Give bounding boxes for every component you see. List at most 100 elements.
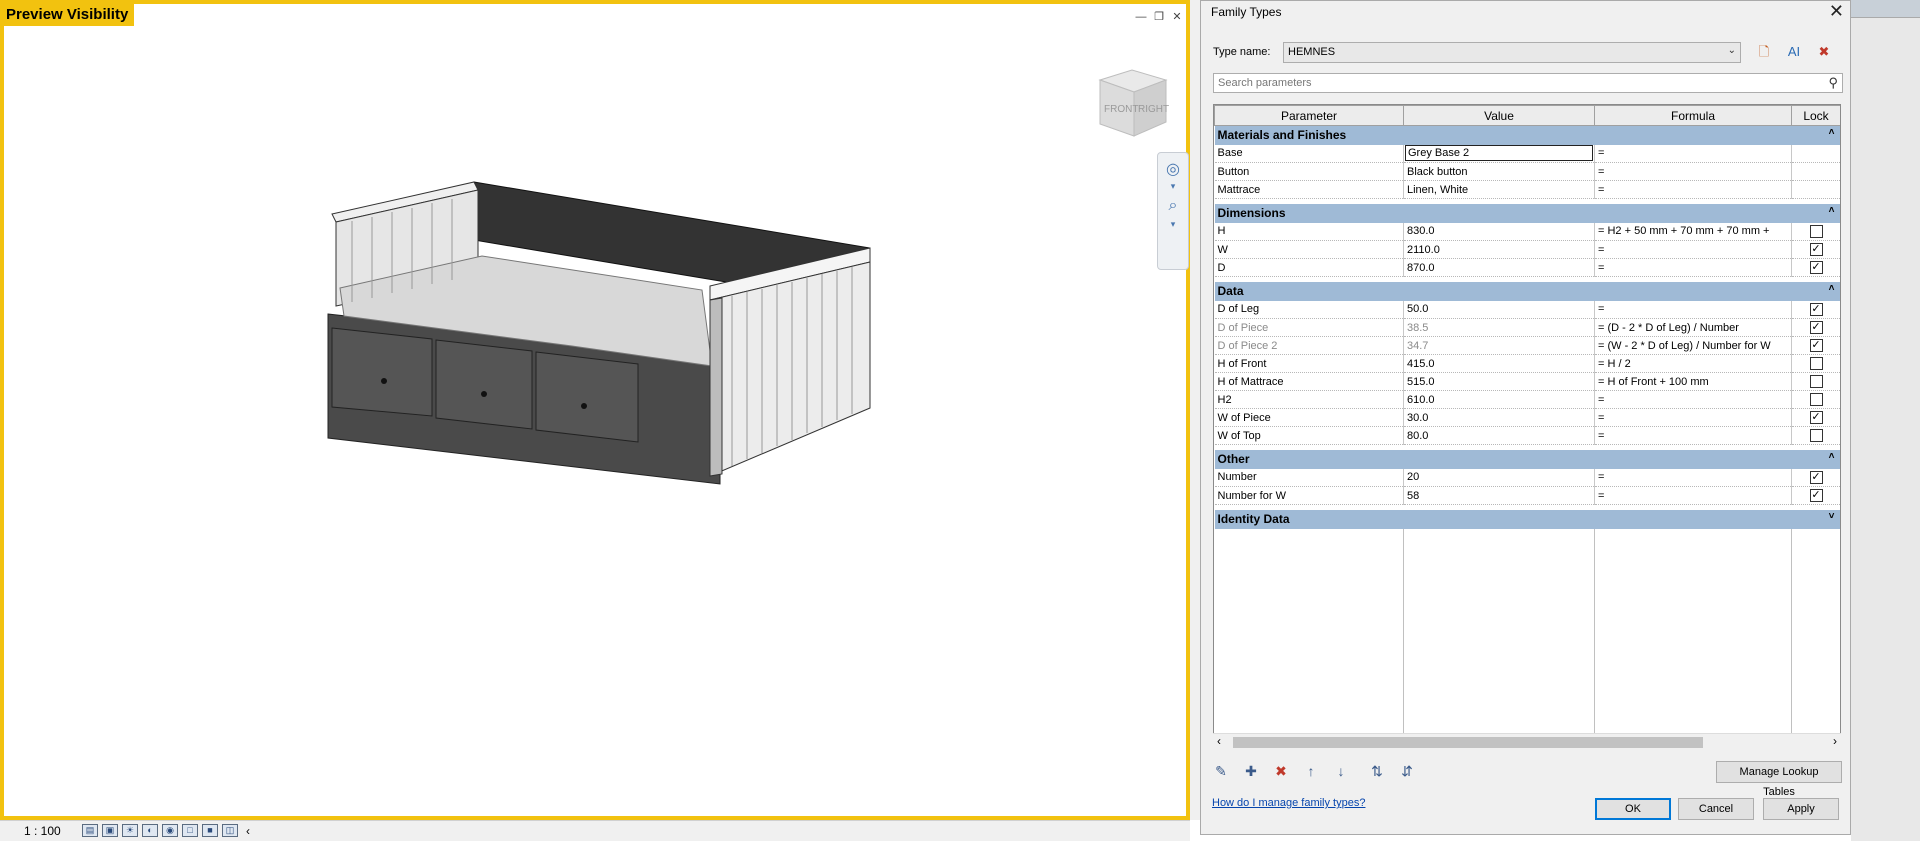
parameter-value-cell[interactable]: 30.0 <box>1403 408 1595 427</box>
parameter-formula-cell[interactable]: = <box>1594 180 1792 199</box>
parameter-row[interactable]: W of Top 80.0 = <box>1214 426 1840 445</box>
minimize-icon[interactable]: — <box>1134 10 1148 24</box>
parameter-group-header[interactable]: Other ˄ <box>1214 449 1840 469</box>
steering-wheel-icon[interactable]: ◎ <box>1162 159 1184 181</box>
restore-icon[interactable]: ❐ <box>1152 10 1166 24</box>
scroll-left-icon[interactable]: ‹ <box>1217 734 1221 748</box>
parameter-value-cell[interactable]: 415.0 <box>1403 354 1595 373</box>
parameter-row[interactable]: Number 20 = ✓ <box>1214 468 1840 487</box>
delete-parameter-icon[interactable]: ✖ <box>1273 763 1289 780</box>
parameter-formula-cell[interactable]: = H of Front + 100 mm <box>1594 372 1792 391</box>
delete-type-icon[interactable]: ✖ <box>1813 42 1835 62</box>
active-value-editor[interactable]: Grey Base 2 <box>1405 145 1593 162</box>
zoom-region-icon[interactable]: ⌕ <box>1162 197 1184 219</box>
apply-button[interactable]: Apply <box>1763 798 1839 820</box>
collapse-icon[interactable]: ˄ <box>1829 283 1835 294</box>
sun-path-icon[interactable]: ☀ <box>122 824 138 837</box>
collapse-icon[interactable]: ˄ <box>1829 451 1835 462</box>
collapse-icon[interactable]: ˄ <box>1829 205 1835 216</box>
rename-type-icon[interactable]: A​I <box>1783 42 1805 62</box>
parameter-formula-cell[interactable]: = <box>1594 240 1792 259</box>
parameter-formula-cell[interactable]: = H2 + 50 mm + 70 mm + 70 mm + <box>1594 222 1792 241</box>
parameter-value-cell[interactable]: 515.0 <box>1403 372 1595 391</box>
manage-lookup-tables-button[interactable]: Manage Lookup Tables <box>1716 761 1842 798</box>
lock-checkbox[interactable]: ✓ <box>1809 243 1823 256</box>
parameter-row[interactable]: Base Grey Base 2 = <box>1214 144 1840 163</box>
scroll-right-icon[interactable]: › <box>1833 734 1837 748</box>
lock-checkbox[interactable]: ✓ <box>1809 489 1823 502</box>
detail-level-icon[interactable]: ▤ <box>82 824 98 837</box>
help-link[interactable]: How do I manage family types? <box>1212 797 1365 809</box>
parameter-formula-cell[interactable]: = <box>1594 144 1792 163</box>
lock-checkbox[interactable]: ✓ <box>1809 411 1823 424</box>
parameter-row[interactable]: D of Piece 38.5 = (D - 2 * D of Leg) / Num… <box>1214 318 1840 337</box>
close-icon[interactable]: ✕ <box>1170 10 1184 24</box>
sort-ascending-icon[interactable]: ⇅ <box>1369 763 1385 780</box>
column-header-lock[interactable]: Lock <box>1791 105 1840 126</box>
lock-checkbox[interactable] <box>1809 357 1823 370</box>
parameter-group-header[interactable]: Identity Data ˅ <box>1214 509 1840 529</box>
type-name-select[interactable]: HEMNES ⌄ <box>1283 41 1741 63</box>
parameter-formula-cell[interactable]: = <box>1594 468 1792 487</box>
parameter-value-cell[interactable]: Linen, White <box>1403 180 1595 199</box>
chevron-down-icon[interactable]: ▾ <box>1162 219 1184 229</box>
parameter-row[interactable]: D of Piece 2 34.7 = (W - 2 * D of Leg) / N… <box>1214 336 1840 355</box>
new-type-icon[interactable]: 🗋 <box>1753 42 1775 62</box>
parameter-row[interactable]: H 830.0 = H2 + 50 mm + 70 mm + 70 mm + <box>1214 222 1840 241</box>
parameter-formula-cell[interactable]: = (D - 2 * D of Leg) / Number <box>1594 318 1792 337</box>
parameter-formula-cell[interactable]: = <box>1594 426 1792 445</box>
parameter-row[interactable]: D 870.0 = ✓ <box>1214 258 1840 277</box>
lock-checkbox[interactable]: ✓ <box>1809 339 1823 352</box>
reveal-hidden-icon[interactable]: ■ <box>202 824 218 837</box>
parameter-row[interactable]: Number for W 58 = ✓ <box>1214 486 1840 505</box>
sort-descending-icon[interactable]: ⇵ <box>1399 763 1415 780</box>
parameter-formula-cell[interactable]: = <box>1594 258 1792 277</box>
move-down-icon[interactable]: ↓ <box>1333 763 1349 780</box>
chevron-down-icon[interactable]: ▾ <box>1162 181 1184 191</box>
parameter-row[interactable]: W of Piece 30.0 = ✓ <box>1214 408 1840 427</box>
temporary-hide-icon[interactable]: ◫ <box>222 824 238 837</box>
lock-checkbox[interactable]: ✓ <box>1809 321 1823 334</box>
parameter-value-cell[interactable]: 34.7 <box>1403 336 1595 355</box>
view-scale[interactable]: 1 : 100 <box>24 824 74 838</box>
close-icon[interactable]: ✕ <box>1829 1 1844 22</box>
new-parameter-icon[interactable]: ✚ <box>1243 763 1259 780</box>
crop-view-icon[interactable]: □ <box>182 824 198 837</box>
scroll-thumb[interactable] <box>1233 737 1703 748</box>
parameter-value-cell[interactable]: 80.0 <box>1403 426 1595 445</box>
parameter-group-header[interactable]: Materials and Finishes ˄ <box>1214 125 1840 145</box>
parameter-value-cell[interactable]: 870.0 <box>1403 258 1595 277</box>
move-up-icon[interactable]: ↑ <box>1303 763 1319 780</box>
lock-checkbox[interactable] <box>1809 429 1823 442</box>
parameter-value-cell[interactable]: 38.5 <box>1403 318 1595 337</box>
parameter-formula-cell[interactable]: = <box>1594 408 1792 427</box>
parameter-row[interactable]: H of Mattrace 515.0 = H of Front + 100 mm <box>1214 372 1840 391</box>
preview-viewport[interactable]: Preview Visibility — ❐ ✕ FRONT RIGHT ◎ ▾… <box>0 0 1190 820</box>
rendering-icon[interactable]: ◉ <box>162 824 178 837</box>
parameter-formula-cell[interactable]: = <box>1594 300 1792 319</box>
edit-parameter-icon[interactable]: ✎ <box>1213 763 1229 780</box>
visual-style-icon[interactable]: ▣ <box>102 824 118 837</box>
lock-checkbox[interactable] <box>1809 393 1823 406</box>
parameter-value-cell[interactable]: Black button <box>1403 162 1595 181</box>
parameter-formula-cell[interactable]: = <box>1594 390 1792 409</box>
lock-checkbox[interactable]: ✓ <box>1809 470 1823 484</box>
parameter-value-cell[interactable]: 58 <box>1403 486 1595 505</box>
parameter-value-cell[interactable]: 830.0 <box>1403 222 1595 241</box>
parameter-group-header[interactable]: Dimensions ˄ <box>1214 203 1840 223</box>
parameter-formula-cell[interactable]: = H / 2 <box>1594 354 1792 373</box>
parameter-group-header[interactable]: Data ˄ <box>1214 281 1840 301</box>
column-header-parameter[interactable]: Parameter <box>1214 105 1404 126</box>
chevron-left-icon[interactable]: ‹ <box>246 824 250 838</box>
parameter-row[interactable]: D of Leg 50.0 = ✓ <box>1214 300 1840 319</box>
viewcube[interactable]: FRONT RIGHT <box>1092 62 1172 142</box>
parameter-value-cell[interactable]: 610.0 <box>1403 390 1595 409</box>
expand-icon[interactable]: ˅ <box>1829 511 1835 522</box>
parameter-value-cell[interactable]: Grey Base 2 <box>1403 144 1595 163</box>
ok-button[interactable]: OK <box>1595 798 1671 820</box>
cancel-button[interactable]: Cancel <box>1678 798 1754 820</box>
grid-horizontal-scrollbar[interactable]: ‹ › <box>1213 733 1841 750</box>
parameter-row[interactable]: W 2110.0 = ✓ <box>1214 240 1840 259</box>
lock-checkbox[interactable] <box>1809 375 1823 388</box>
parameter-formula-cell[interactable]: = <box>1594 486 1792 505</box>
